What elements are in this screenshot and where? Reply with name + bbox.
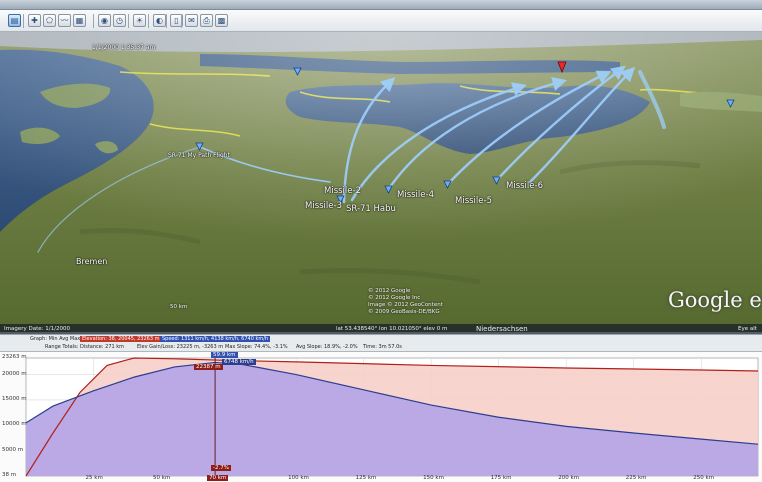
x-tick-label: 225 km: [625, 475, 647, 481]
x-tick-label: 50 km: [153, 475, 171, 481]
toolbar-separator: [166, 14, 167, 28]
x-tick-label: 100 km: [288, 475, 309, 481]
y-tick-label: 15000 m: [2, 395, 27, 402]
overlay-icon[interactable]: ▦: [73, 14, 86, 27]
max-slope-stat: Max Slope: 74.4%, -3.1%: [225, 344, 288, 350]
history-icon[interactable]: ◷: [113, 14, 126, 27]
missile-label: Missile-5: [455, 196, 492, 206]
missile-label: Missile-2: [324, 186, 361, 196]
eye-altitude: Eye alt: [738, 326, 757, 332]
email-icon[interactable]: ✉: [185, 14, 198, 27]
tour-icon[interactable]: ◉: [98, 14, 111, 27]
sidebar-icon[interactable]: ▤: [8, 14, 21, 27]
x-tick-label: 250 km: [693, 475, 715, 481]
speed-stats[interactable]: Speed: 1311 km/h, 4138 km/h, 6740 km/h: [160, 336, 271, 342]
x-tick-label: 175 km: [490, 475, 512, 481]
window-title-strip: [0, 0, 762, 10]
cursor-slope-tag: -2.7%: [211, 465, 231, 471]
toolbar-separator: [128, 14, 129, 28]
city-label: Bremen: [76, 257, 108, 266]
missile-label: Missile-4: [397, 190, 434, 200]
y-tick-label: 20000 m: [2, 370, 27, 377]
range-totals-label: Range Totals:: [45, 344, 79, 350]
copyright-line: Image © 2012 GeoContent: [368, 302, 443, 308]
copyright-line: © 2012 Google: [368, 288, 411, 294]
toolbar-separator: [23, 14, 24, 28]
missile-label: Missile-6: [506, 181, 543, 191]
copyright-line: © 2012 Google Inc: [368, 295, 421, 301]
map-view-icon[interactable]: ▩: [215, 14, 228, 27]
earth-view[interactable]: 1/1/2000 1:35:37 am Missile-3 Missile-2 …: [0, 32, 762, 332]
planet-icon[interactable]: ◐: [153, 14, 166, 27]
avg-slope-stat: Avg Slope: 18.9%, -2.0%: [296, 344, 358, 350]
x-tick-label: 25 km: [85, 475, 103, 481]
path-icon[interactable]: 〰: [58, 14, 71, 27]
cursor-distance-tag: 59.9 km: [211, 352, 238, 358]
flight-path-label: SR-71 My Path Flight: [168, 152, 230, 159]
elevation-stats[interactable]: Elevation: 38, 20045, 23263 m: [80, 336, 162, 342]
aircraft-label: SR-71 Habu: [346, 204, 396, 214]
y-tick-label: 5000 m: [2, 446, 24, 453]
toolbar-separator: [181, 14, 182, 28]
google-logo: Google e: [668, 288, 762, 312]
profile-header: Graph: Min Avg Max Elevation: 38, 20045,…: [0, 334, 762, 352]
y-tick-label: 10000 m: [2, 421, 27, 428]
copyright-line: © 2009 GeoBasis-DE/BKG: [368, 309, 440, 315]
graph-label: Graph: Min Avg Max: [30, 336, 81, 342]
x-tick-label: 150 km: [423, 475, 444, 481]
cursor-elevation-tag: 22387 m: [194, 364, 223, 370]
y-tick-label: 38 m: [2, 472, 17, 478]
imagery-date: Imagery Date: 1/1/2000: [4, 326, 70, 332]
polygon-icon[interactable]: ⬠: [43, 14, 56, 27]
y-tick-label: 23263 m: [2, 354, 27, 360]
terrain-map: [0, 32, 762, 332]
print-icon[interactable]: ⎙: [200, 14, 213, 27]
toolbar-separator: [93, 14, 94, 28]
region-label: Niedersachsen: [476, 325, 528, 333]
map-time-label: 1/1/2000 1:35:37 am: [92, 44, 156, 51]
elevation-profile[interactable]: 23263 m 20000 m 15000 m 10000 m 5000 m 38 m 2…: [0, 352, 762, 482]
sun-icon[interactable]: ☀: [133, 14, 146, 27]
time-stat: Time: 3m 57.0s: [363, 344, 402, 350]
x-tick-label: 125 km: [355, 475, 377, 481]
cursor-speed-tag: 6748 km/h: [222, 359, 256, 365]
placemark-icon[interactable]: ✚: [28, 14, 41, 27]
x-tick-label: 200 km: [558, 475, 580, 481]
status-bar: Imagery Date: 1/1/2000 lat 53.438540° lo…: [0, 324, 762, 334]
scale-label: 50 km: [170, 304, 188, 310]
toolbar-separator: [148, 14, 149, 28]
elevation-profile-chart[interactable]: [0, 352, 762, 482]
coordinates-readout: lat 53.438540° lon 10.021050° elev 0 m: [336, 326, 448, 332]
x-tick-label: 70 km: [207, 475, 229, 481]
distance-stat: Distance: 271 km: [80, 344, 125, 350]
toolbar: ▤ ✚ ⬠ 〰 ▦ ◉ ◷ ☀ ◐ ▯ ✉ ⎙ ▩: [0, 10, 762, 32]
elev-gain-stat: Elev Gain/Loss: 23225 m, -3263 m: [137, 344, 224, 350]
